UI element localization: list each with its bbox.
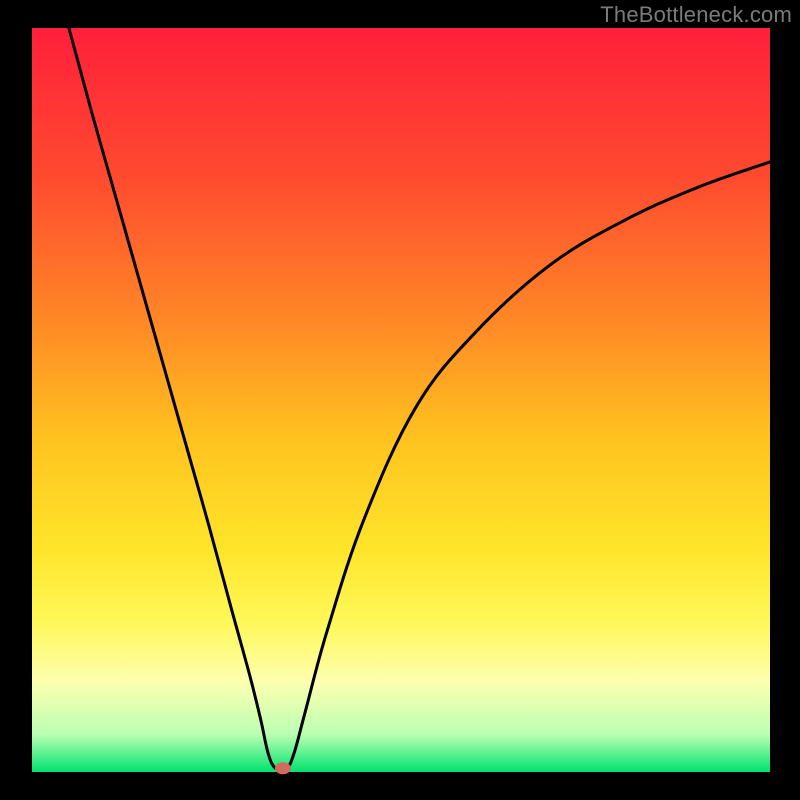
plot-background xyxy=(32,28,770,772)
bottleneck-chart xyxy=(0,0,800,800)
watermark-text: TheBottleneck.com xyxy=(600,2,792,28)
optimal-point-marker xyxy=(275,762,291,774)
chart-frame: TheBottleneck.com xyxy=(0,0,800,800)
